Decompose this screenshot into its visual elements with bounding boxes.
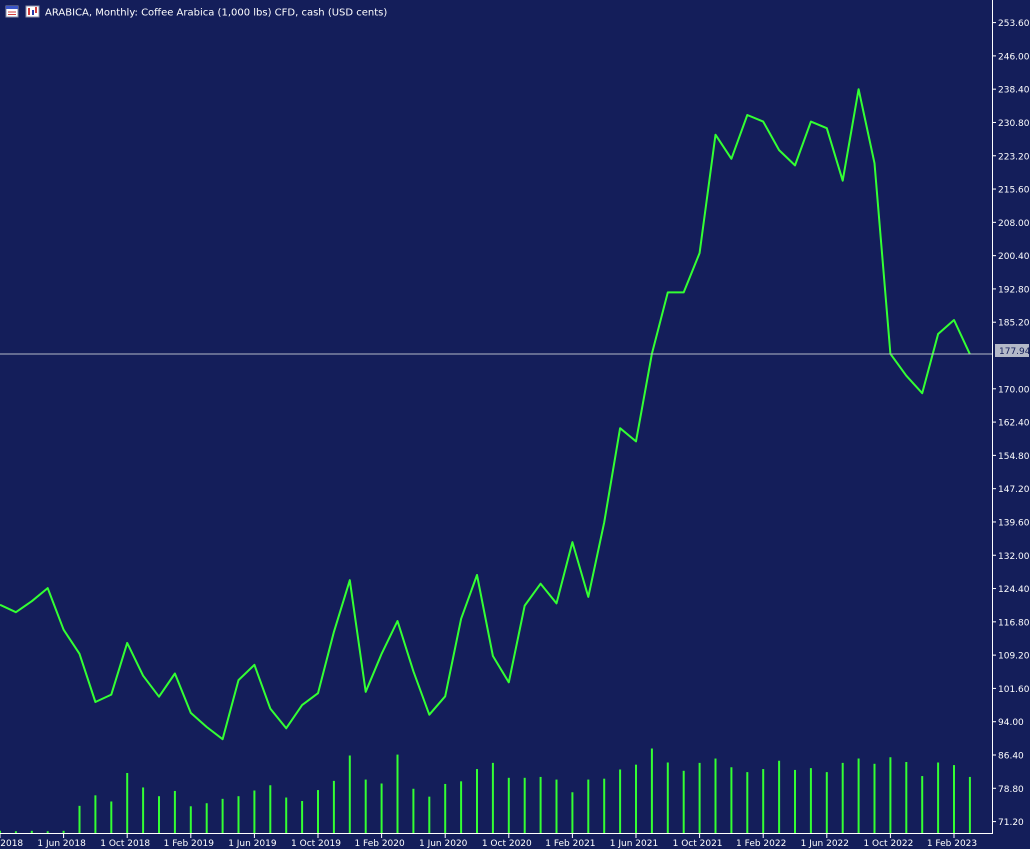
y-tick-label: 230.80: [998, 119, 1030, 129]
x-tick-label: 1 Jun 2019: [228, 839, 277, 849]
chart-header: ARABICA, Monthly: Coffee Arabica (1,000 …: [5, 5, 387, 19]
y-tick-label: 101.60: [998, 685, 1030, 695]
x-tick-label: 1 Jun 2018: [37, 839, 86, 849]
x-tick-label: 1 Feb 2023: [927, 839, 977, 849]
chart-title: ARABICA, Monthly: Coffee Arabica (1,000 …: [45, 8, 387, 19]
y-tick-label: 208.00: [998, 219, 1030, 229]
y-tick-label: 246.00: [998, 52, 1030, 62]
y-tick-label: 185.20: [998, 319, 1030, 329]
x-tick-label: 1 Feb 2018: [0, 839, 23, 849]
y-tick-label: 200.40: [998, 252, 1030, 262]
y-tick-label: 147.20: [998, 485, 1030, 495]
current-price-tag: 177.94: [995, 344, 1030, 357]
x-tick-label: 1 Feb 2020: [354, 839, 405, 849]
chart-window-icon: [5, 5, 19, 18]
y-tick-label: 94.00: [998, 718, 1024, 728]
y-tick-label: 253.60: [998, 19, 1030, 29]
y-tick-label: 215.60: [998, 186, 1030, 196]
y-tick-label: 124.40: [998, 585, 1030, 595]
y-tick-label: 139.60: [998, 518, 1030, 528]
chart-background: [0, 0, 1030, 849]
x-tick-label: 1 Oct 2022: [863, 839, 913, 849]
y-tick-label: 162.40: [998, 419, 1030, 429]
x-tick-label: 1 Jun 2021: [610, 839, 658, 849]
y-tick-label: 78.80: [998, 785, 1024, 795]
x-tick-label: 1 Feb 2019: [164, 839, 215, 849]
y-tick-label: 223.20: [998, 152, 1030, 162]
y-tick-label: 86.40: [998, 752, 1024, 762]
x-tick-label: 1 Oct 2019: [291, 839, 341, 849]
x-tick-label: 1 Oct 2020: [482, 839, 532, 849]
y-tick-label: 132.00: [998, 552, 1030, 562]
x-tick-label: 1 Oct 2018: [100, 839, 150, 849]
y-tick-label: 192.80: [998, 285, 1030, 295]
y-tick-label: 116.80: [998, 618, 1030, 628]
chart-type-icon: [25, 5, 40, 18]
y-tick-label: 71.20: [998, 818, 1024, 828]
x-tick-label: 1 Feb 2021: [545, 839, 595, 849]
price-chart[interactable]: 253.60 246.00 238.40 230.80 223.20 215.60 208.…: [0, 0, 1030, 849]
x-tick-label: 1 Oct 2021: [673, 839, 723, 849]
x-tick-label: 1 Feb 2022: [736, 839, 786, 849]
y-tick-label: 238.40: [998, 86, 1030, 96]
y-tick-label: 154.80: [998, 452, 1030, 462]
y-tick-label: 109.20: [998, 652, 1030, 662]
x-tick-label: 1 Jun 2022: [801, 839, 849, 849]
current-price-label: 177.94: [999, 347, 1030, 357]
x-tick-label: 1 Jun 2020: [419, 839, 468, 849]
y-tick-label: 170.00: [998, 385, 1030, 395]
